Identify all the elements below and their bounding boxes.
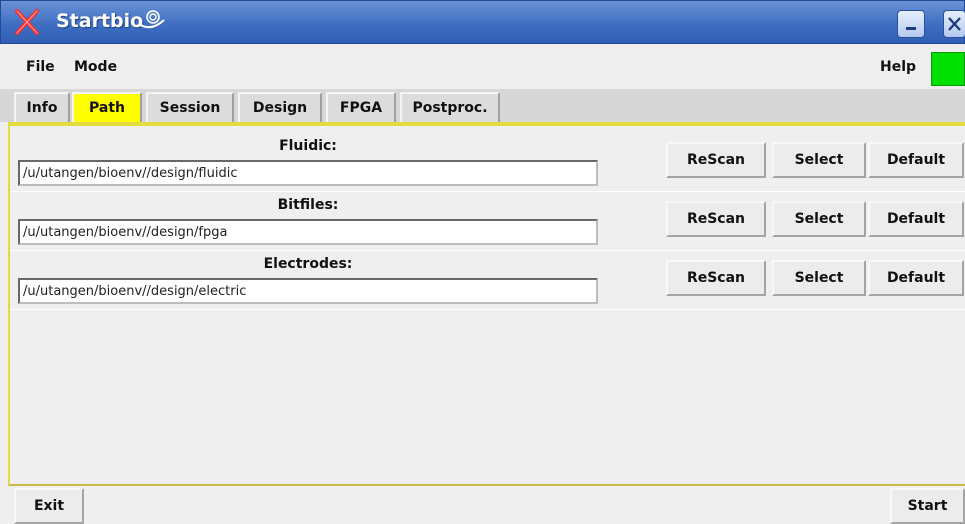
- menu-help[interactable]: Help: [880, 59, 916, 75]
- app-x-icon: [15, 9, 39, 35]
- electrodes-path-row: Electrodes: /u/utangen/bioenv//design/el…: [10, 253, 965, 310]
- fluidic-select-button[interactable]: Select: [772, 142, 866, 178]
- menu-bar: File Mode Help: [0, 45, 965, 90]
- electrodes-select-button[interactable]: Select: [772, 260, 866, 296]
- fluidic-rescan-button[interactable]: ReScan: [666, 142, 766, 178]
- bitfiles-path-row: Bitfiles: /u/utangen/bioenv//design/fpga…: [10, 194, 965, 251]
- fluidic-default-button[interactable]: Default: [868, 142, 964, 178]
- window-title: Startbio: [56, 10, 144, 32]
- bitfiles-select-button[interactable]: Select: [772, 201, 866, 237]
- start-button[interactable]: Start: [890, 488, 965, 524]
- minimize-icon: [906, 27, 916, 30]
- title-bar[interactable]: Startbio: [0, 0, 965, 44]
- close-icon: [948, 17, 961, 31]
- bitfiles-path-field[interactable]: /u/utangen/bioenv//design/fpga: [18, 219, 598, 245]
- fluidic-label: Fluidic:: [279, 138, 337, 154]
- electrodes-label: Electrodes:: [263, 256, 353, 272]
- tab-session[interactable]: Session: [146, 92, 234, 122]
- bitfiles-label: Bitfiles:: [277, 197, 339, 213]
- menu-file[interactable]: File: [26, 59, 55, 75]
- desktop-swirl-icon: [138, 10, 165, 29]
- minimize-button[interactable]: [897, 10, 925, 38]
- tab-strip: Info Path Session Design FPGA Postproc.: [0, 89, 965, 122]
- status-indicator: [931, 52, 965, 86]
- electrodes-rescan-button[interactable]: ReScan: [666, 260, 766, 296]
- tab-design[interactable]: Design: [238, 92, 322, 122]
- tab-postproc[interactable]: Postproc.: [400, 92, 500, 122]
- bitfiles-rescan-button[interactable]: ReScan: [666, 201, 766, 237]
- fluidic-path-field[interactable]: /u/utangen/bioenv//design/fluidic: [18, 160, 598, 186]
- footer-bar: Exit Start: [0, 486, 965, 524]
- bitfiles-default-button[interactable]: Default: [868, 201, 964, 237]
- electrodes-path-field[interactable]: /u/utangen/bioenv//design/electric: [18, 278, 598, 304]
- tab-info[interactable]: Info: [14, 92, 70, 122]
- exit-button[interactable]: Exit: [14, 488, 84, 524]
- close-button[interactable]: [943, 10, 965, 38]
- tab-fpga[interactable]: FPGA: [326, 92, 396, 122]
- electrodes-default-button[interactable]: Default: [868, 260, 964, 296]
- fluidic-path-row: Fluidic: /u/utangen/bioenv//design/fluid…: [10, 135, 965, 192]
- menu-mode[interactable]: Mode: [74, 59, 117, 75]
- tab-path[interactable]: Path: [72, 92, 142, 122]
